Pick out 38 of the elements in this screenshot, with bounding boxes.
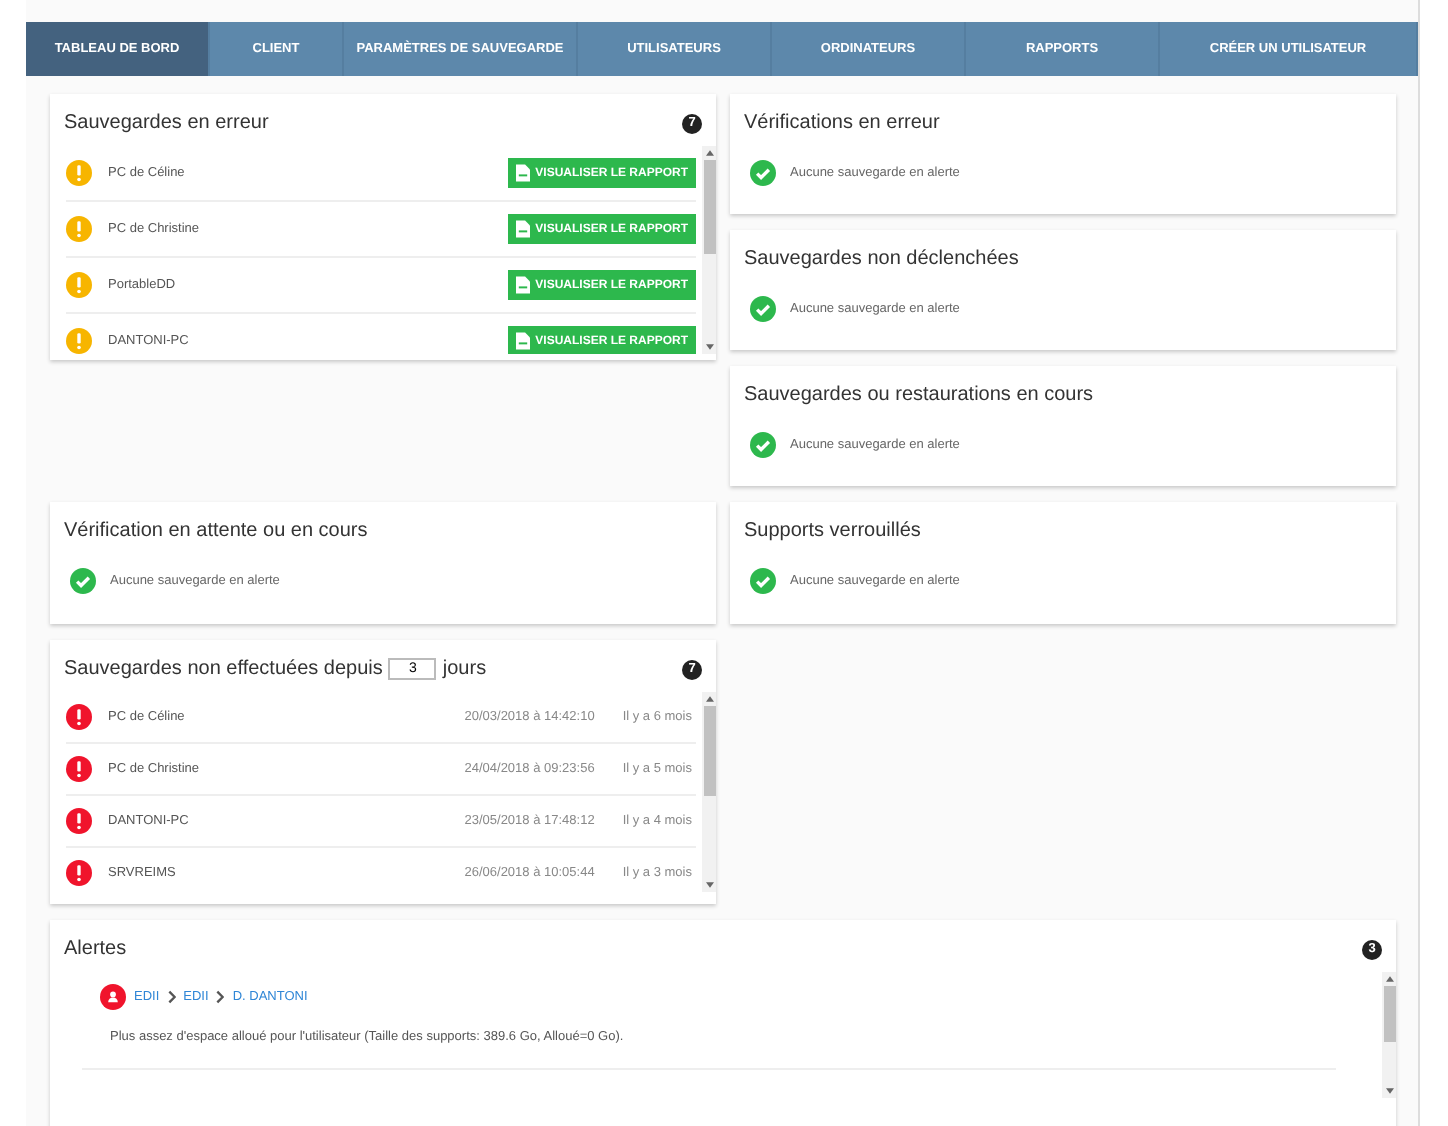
scrollbar[interactable] — [702, 692, 716, 892]
card-title-suffix: jours — [442, 658, 487, 680]
warning-icon — [66, 216, 92, 242]
check-circle-icon — [70, 568, 96, 594]
card-title: Sauvegardes non effectuées depuis — [64, 658, 383, 680]
document-icon — [515, 164, 530, 182]
scroll-down-icon[interactable] — [705, 882, 713, 888]
scroll-up-icon[interactable] — [1385, 976, 1393, 982]
chevron-icon — [216, 990, 225, 1004]
card-title: Sauvegardes en erreur — [64, 112, 269, 134]
scroll-down-icon[interactable] — [705, 344, 713, 350]
document-icon — [515, 220, 530, 238]
error-icon — [66, 704, 92, 730]
warning-icon — [66, 272, 92, 298]
card-title: Sauvegardes non déclenchées — [744, 248, 1021, 270]
card-title: Sauvegardes ou restaurations en cours — [744, 384, 1096, 406]
scroll-up-icon[interactable] — [705, 150, 713, 156]
user-alert-icon — [100, 984, 126, 1010]
scroll-up-icon[interactable] — [705, 696, 713, 702]
card-title: Supports verrouillés — [744, 520, 923, 542]
scrollbar[interactable] — [702, 146, 716, 354]
chevron-icon — [167, 990, 176, 1004]
error-icon — [66, 860, 92, 886]
card-title: Alertes — [64, 938, 127, 960]
check-circle-icon — [750, 432, 776, 458]
error-icon — [66, 808, 92, 834]
check-circle-icon — [750, 568, 776, 594]
check-circle-icon — [750, 160, 776, 186]
warning-icon — [66, 328, 92, 354]
card-title: Vérifications en erreur — [744, 112, 942, 134]
card-title: Vérification en attente ou en cours — [64, 520, 370, 542]
scroll-down-icon[interactable] — [1385, 1088, 1393, 1094]
document-icon — [515, 276, 530, 294]
error-icon — [66, 756, 92, 782]
warning-icon — [66, 160, 92, 186]
scrollbar[interactable] — [1382, 972, 1396, 1098]
check-circle-icon — [750, 296, 776, 322]
document-icon — [515, 332, 530, 350]
